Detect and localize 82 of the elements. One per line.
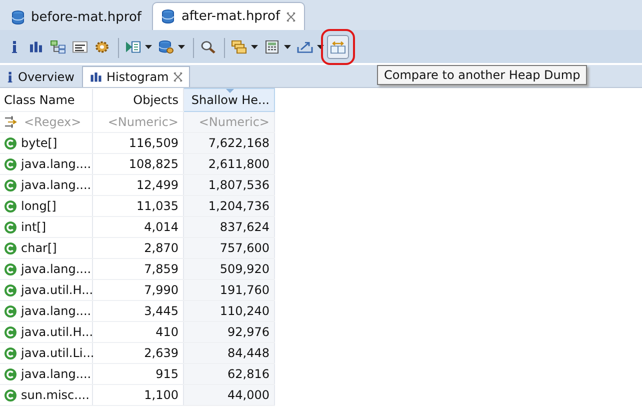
column-header[interactable]: Class Name — [0, 88, 92, 112]
table-cell: 191,760 — [183, 280, 274, 300]
stacked-windows-icon — [231, 40, 247, 54]
table-cell: long[] — [21, 199, 56, 213]
table-cell: 757,600 — [183, 238, 274, 258]
class-icon — [4, 200, 17, 212]
table-cell: java.lang.... — [21, 178, 92, 192]
table-cell: 84,448 — [183, 342, 274, 364]
table-cell: java.lang.... — [21, 157, 92, 171]
table-cell: 1,204,736 — [183, 196, 274, 216]
class-icon — [4, 326, 17, 338]
class-icon — [4, 220, 17, 234]
close-icon[interactable] — [286, 12, 296, 22]
column-header[interactable]: Objects — [92, 88, 183, 112]
class-icon — [4, 304, 17, 318]
table-cell: 92,976 — [183, 322, 274, 342]
table-cell: 7,622,168 — [183, 132, 274, 154]
bar-chart-icon — [28, 40, 44, 54]
tooltip: Compare to another Heap Dump — [377, 65, 588, 85]
table-cell: java.lang.... — [21, 304, 92, 318]
report-icon — [125, 40, 141, 54]
table-cell: 915 — [92, 364, 183, 384]
table-cell: 11,035 — [92, 196, 183, 216]
table-cell: 2,611,800 — [183, 154, 274, 174]
table-cell: 7,859 — [92, 258, 183, 280]
editor-tab[interactable]: before-mat.hprof — [2, 4, 150, 30]
calculator-icon — [264, 40, 280, 54]
oql-icon — [72, 40, 88, 54]
table-cell: sun.misc.... — [21, 388, 90, 402]
class-icon — [4, 368, 17, 380]
table-cell: 410 — [92, 322, 183, 342]
class-icon — [4, 262, 17, 276]
view-tab[interactable]: Histogram — [82, 66, 190, 87]
view-tab[interactable]: Overview — [0, 66, 82, 87]
table-cell: 837,624 — [183, 216, 274, 238]
table-cell: 44,000 — [183, 384, 274, 406]
dropdown-arrow-icon[interactable] — [145, 44, 152, 48]
class-icon — [4, 158, 17, 170]
table-cell: 4,014 — [92, 216, 183, 238]
table-cell: char[] — [21, 241, 57, 255]
editor-tab[interactable]: after-mat.hprof — [152, 2, 306, 30]
table-cell: java.util.H... — [21, 325, 94, 339]
info-icon — [10, 40, 18, 54]
info-icon — [7, 70, 14, 84]
tree-icon — [50, 40, 66, 54]
class-icon — [4, 388, 17, 402]
table-cell: 108,825 — [92, 154, 183, 174]
table-cell: 7,990 — [92, 280, 183, 300]
table-cell: byte[] — [21, 136, 58, 150]
dropdown-arrow-icon[interactable] — [284, 44, 291, 48]
table-cell: java.util.Li... — [21, 346, 94, 360]
table-cell: 1,100 — [92, 384, 183, 406]
class-icon — [4, 284, 17, 296]
export-arrow-icon — [297, 40, 313, 54]
class-icon — [4, 242, 17, 254]
database-icon — [11, 10, 25, 26]
table-cell: java.lang.... — [21, 367, 92, 381]
class-icon — [4, 136, 17, 150]
close-icon[interactable] — [172, 72, 183, 82]
gear-icon — [94, 40, 110, 54]
table-cell: 12,499 — [92, 174, 183, 196]
table-cell: 2,639 — [92, 342, 183, 364]
dropdown-arrow-icon[interactable] — [178, 44, 185, 48]
table-cell: 110,240 — [183, 300, 274, 322]
table-cell: java.lang.... — [21, 262, 92, 276]
table-cell: 116,509 — [92, 132, 183, 154]
table-cell: java.util.H... — [21, 283, 94, 297]
table-cell: int[] — [21, 220, 46, 234]
database-gear-icon — [158, 40, 174, 54]
table-cell: 2,870 — [92, 238, 183, 258]
table-cell: 1,807,536 — [183, 174, 274, 196]
class-icon — [4, 178, 17, 192]
database-icon — [161, 8, 176, 24]
class-icon — [4, 346, 17, 360]
dropdown-arrow-icon[interactable] — [251, 44, 258, 48]
bar-chart-icon — [88, 70, 102, 84]
table-cell: 3,445 — [92, 300, 183, 322]
column-header[interactable]: Shallow He... — [183, 88, 274, 112]
search-icon — [200, 40, 216, 54]
compare-icon — [330, 40, 346, 54]
table-cell: 62,816 — [183, 364, 274, 384]
table-cell: 509,920 — [183, 258, 274, 280]
